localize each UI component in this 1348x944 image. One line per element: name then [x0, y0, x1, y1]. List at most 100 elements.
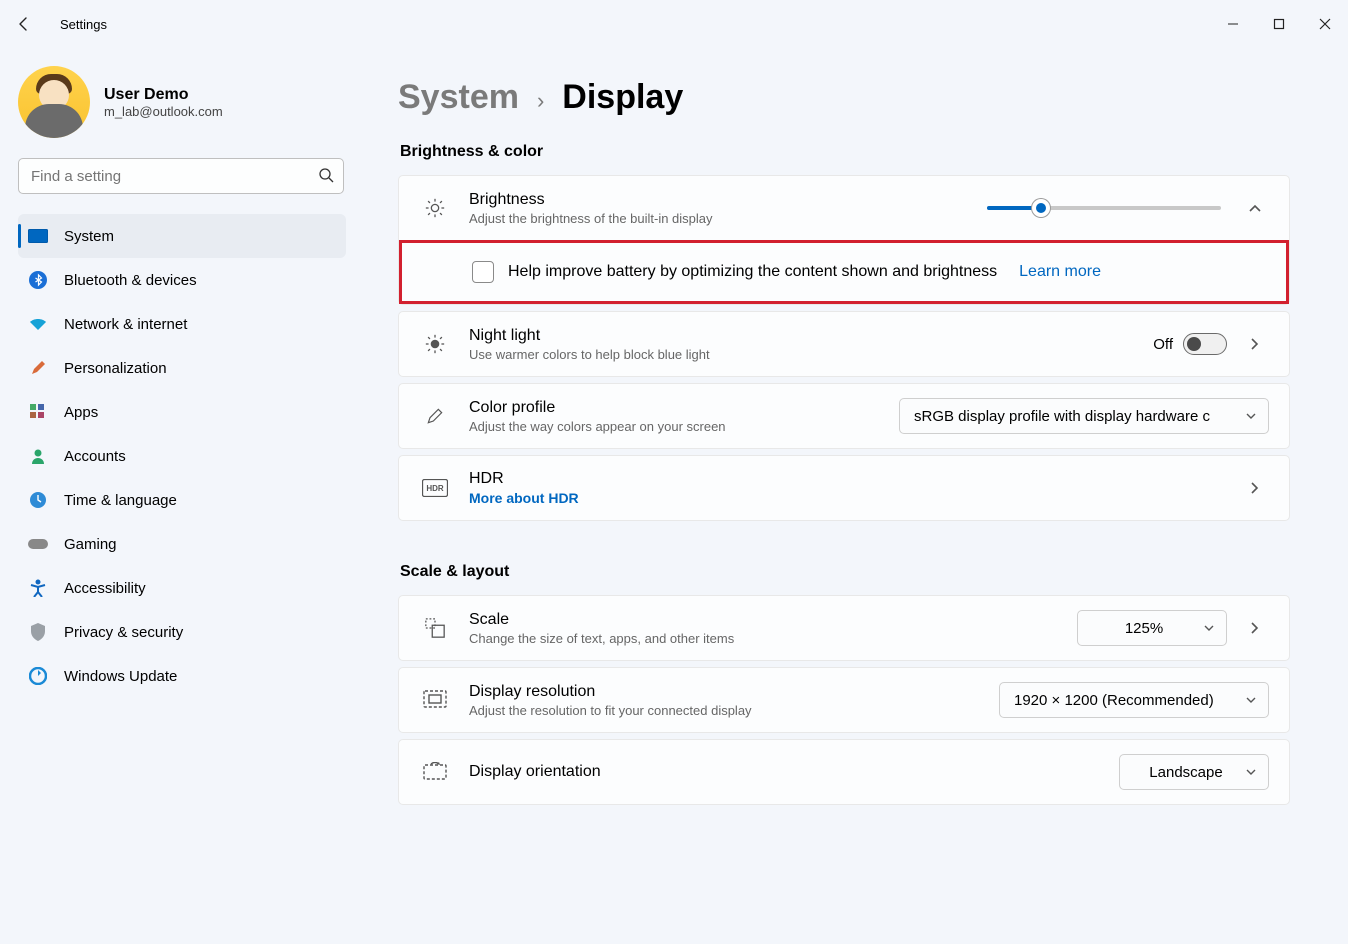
nav-item-personalization[interactable]: Personalization — [18, 346, 346, 390]
nav-item-time-language[interactable]: Time & language — [18, 478, 346, 522]
row-orientation[interactable]: Display orientation Landscape — [399, 740, 1289, 804]
scale-sub: Change the size of text, apps, and other… — [469, 631, 734, 646]
shield-icon — [28, 622, 48, 642]
card-color-profile: Color profile Adjust the way colors appe… — [398, 383, 1290, 449]
nav-item-accessibility[interactable]: Accessibility — [18, 566, 346, 610]
hdr-expand[interactable] — [1241, 481, 1269, 495]
collapse-button[interactable] — [1241, 201, 1269, 215]
resolution-value: 1920 × 1200 (Recommended) — [1014, 692, 1214, 709]
globe-clock-icon — [28, 490, 48, 510]
orientation-dropdown[interactable]: Landscape — [1119, 754, 1269, 790]
orientation-title: Display orientation — [469, 763, 601, 781]
sidebar: User Demo m_lab@outlook.com System Bluet… — [0, 48, 360, 944]
color-profile-value: sRGB display profile with display hardwa… — [914, 408, 1210, 425]
resolution-dropdown[interactable]: 1920 × 1200 (Recommended) — [999, 682, 1269, 718]
avatar — [18, 66, 90, 138]
nav-item-bluetooth[interactable]: Bluetooth & devices — [18, 258, 346, 302]
nav-label: Accounts — [64, 448, 126, 465]
chevron-down-icon — [1246, 413, 1256, 421]
brightness-title: Brightness — [469, 191, 713, 209]
window-title: Settings — [60, 17, 107, 32]
user-account-block[interactable]: User Demo m_lab@outlook.com — [18, 66, 346, 138]
night-light-title: Night light — [469, 327, 710, 345]
row-night-light[interactable]: Night light Use warmer colors to help bl… — [399, 312, 1289, 376]
card-resolution: Display resolution Adjust the resolution… — [398, 667, 1290, 733]
card-brightness: Brightness Adjust the brightness of the … — [398, 175, 1290, 305]
breadcrumb-parent[interactable]: System — [398, 78, 519, 117]
nav-item-system[interactable]: System — [18, 214, 346, 258]
card-scale: Scale Change the size of text, apps, and… — [398, 595, 1290, 661]
person-icon — [28, 446, 48, 466]
orientation-value: Landscape — [1149, 764, 1222, 781]
row-resolution[interactable]: Display resolution Adjust the resolution… — [399, 668, 1289, 732]
arrow-left-icon — [16, 16, 32, 32]
nav-label: Bluetooth & devices — [64, 272, 197, 289]
nav-label: Privacy & security — [64, 624, 183, 641]
nav-item-windows-update[interactable]: Windows Update — [18, 654, 346, 698]
chevron-down-icon — [1246, 769, 1256, 777]
gamepad-icon — [28, 534, 48, 554]
maximize-icon — [1273, 18, 1285, 30]
user-email: m_lab@outlook.com — [104, 104, 223, 119]
color-profile-dropdown[interactable]: sRGB display profile with display hardwa… — [899, 398, 1269, 434]
row-hdr[interactable]: HDR HDR More about HDR — [399, 456, 1289, 520]
search-input[interactable] — [18, 158, 344, 194]
chevron-right-icon: › — [537, 88, 544, 114]
nav-label: Network & internet — [64, 316, 187, 333]
maximize-button[interactable] — [1256, 9, 1302, 39]
nav-label: Personalization — [64, 360, 167, 377]
chevron-right-icon — [1248, 337, 1262, 351]
scale-icon — [419, 617, 451, 639]
wifi-icon — [28, 314, 48, 334]
main-content: System › Display Brightness & color Brig… — [360, 48, 1348, 944]
search-icon — [318, 167, 334, 183]
bluetooth-icon — [28, 270, 48, 290]
nav-item-gaming[interactable]: Gaming — [18, 522, 346, 566]
brightness-slider[interactable] — [987, 206, 1221, 210]
night-light-icon — [419, 333, 451, 355]
resolution-icon — [419, 690, 451, 710]
scale-title: Scale — [469, 611, 734, 629]
nav-label: Windows Update — [64, 668, 177, 685]
resolution-sub: Adjust the resolution to fit your connec… — [469, 703, 752, 718]
paintbrush-icon — [28, 358, 48, 378]
page-title: Display — [562, 78, 683, 117]
battery-optimize-checkbox[interactable] — [472, 261, 494, 283]
chevron-down-icon — [1246, 697, 1256, 705]
apps-icon — [28, 402, 48, 422]
nav-item-network[interactable]: Network & internet — [18, 302, 346, 346]
window-controls — [1210, 9, 1348, 39]
chevron-right-icon — [1248, 481, 1262, 495]
breadcrumb: System › Display — [398, 78, 1290, 117]
night-light-expand[interactable] — [1241, 337, 1269, 351]
row-color-profile[interactable]: Color profile Adjust the way colors appe… — [399, 384, 1289, 448]
svg-text:HDR: HDR — [426, 484, 444, 493]
back-button[interactable] — [0, 0, 48, 48]
resolution-title: Display resolution — [469, 683, 752, 701]
row-brightness[interactable]: Brightness Adjust the brightness of the … — [399, 176, 1289, 240]
nav-label: System — [64, 228, 114, 245]
learn-more-link[interactable]: Learn more — [1019, 263, 1101, 281]
nav-item-privacy[interactable]: Privacy & security — [18, 610, 346, 654]
night-light-toggle[interactable] — [1183, 333, 1227, 355]
card-hdr: HDR HDR More about HDR — [398, 455, 1290, 521]
section-brightness-color: Brightness & color — [400, 143, 1290, 161]
minimize-button[interactable] — [1210, 9, 1256, 39]
card-night-light: Night light Use warmer colors to help bl… — [398, 311, 1290, 377]
sun-icon — [419, 197, 451, 219]
hdr-link[interactable]: More about HDR — [469, 490, 579, 506]
hdr-title: HDR — [469, 470, 579, 488]
hdr-icon: HDR — [419, 479, 451, 497]
nav-item-accounts[interactable]: Accounts — [18, 434, 346, 478]
night-light-sub: Use warmer colors to help block blue lig… — [469, 347, 710, 362]
scale-dropdown[interactable]: 125% — [1077, 610, 1227, 646]
row-scale[interactable]: Scale Change the size of text, apps, and… — [399, 596, 1289, 660]
eyedropper-icon — [419, 406, 451, 426]
nav-label: Time & language — [64, 492, 177, 509]
user-name: User Demo — [104, 86, 223, 104]
scale-expand[interactable] — [1241, 621, 1269, 635]
nav-item-apps[interactable]: Apps — [18, 390, 346, 434]
color-profile-sub: Adjust the way colors appear on your scr… — [469, 419, 726, 434]
battery-optimize-row: Help improve battery by optimizing the c… — [399, 240, 1289, 304]
close-button[interactable] — [1302, 9, 1348, 39]
